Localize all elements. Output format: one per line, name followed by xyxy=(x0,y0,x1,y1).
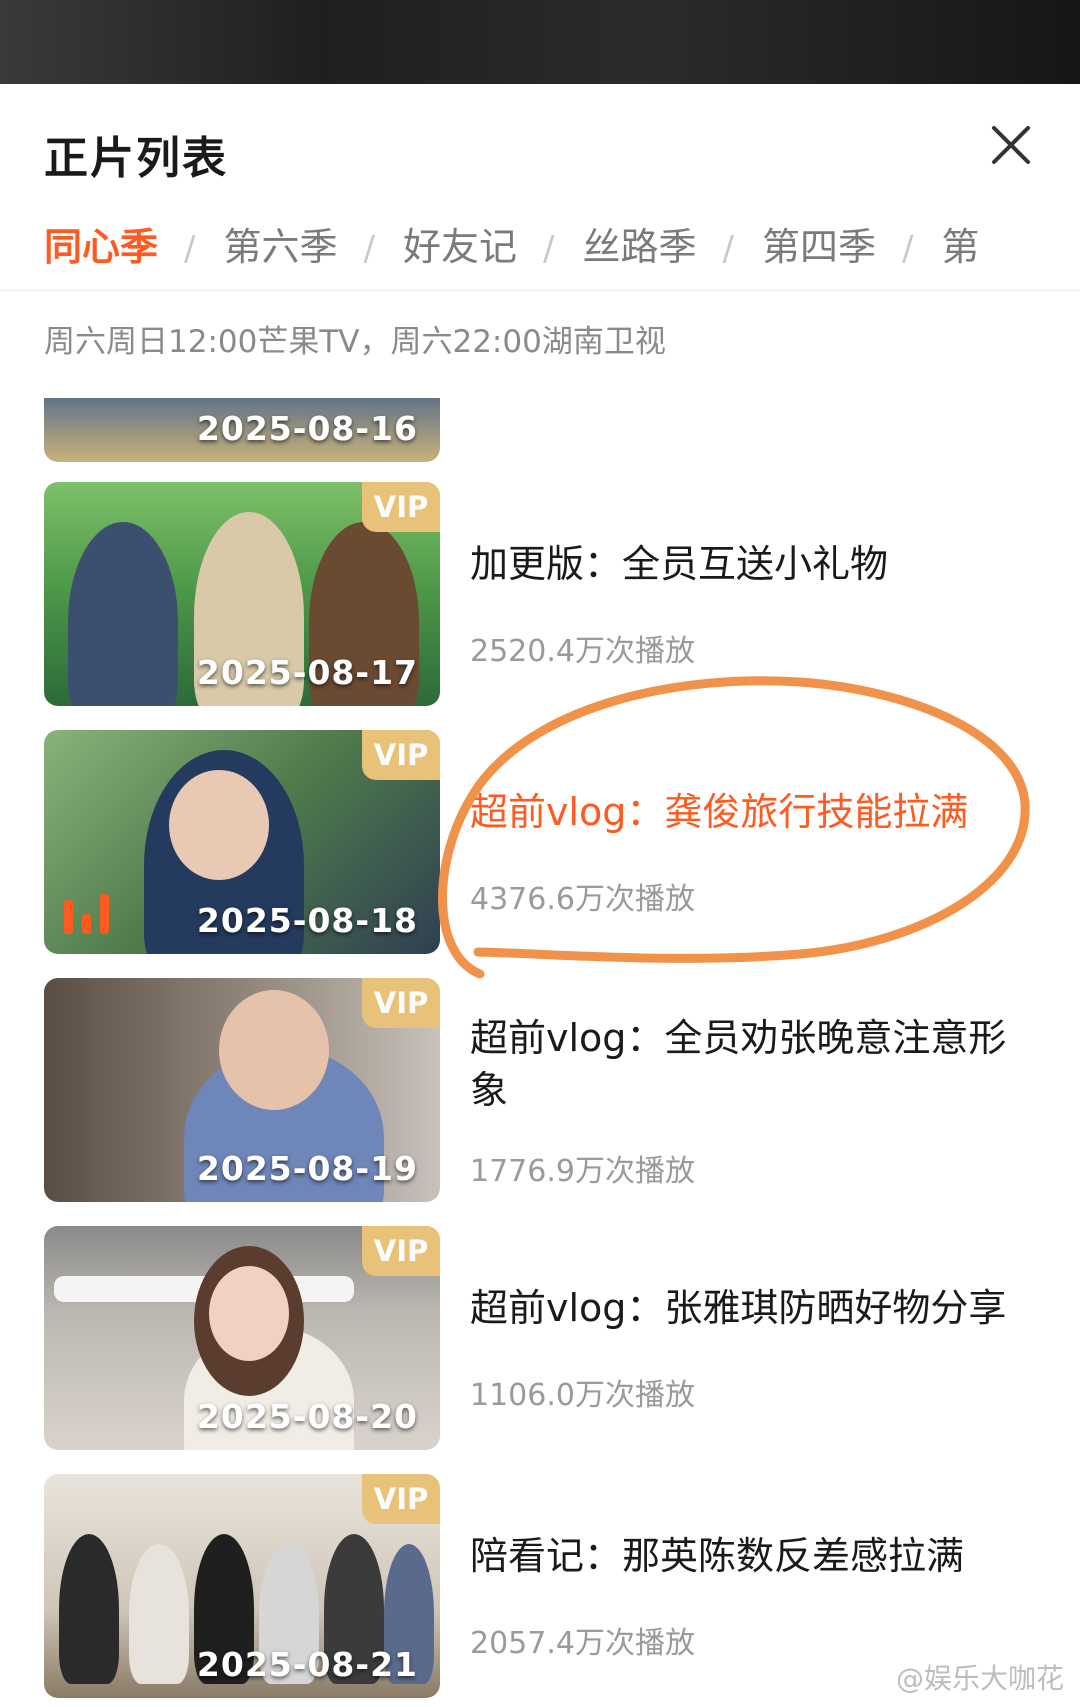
episode-thumbnail: 2025-08-16 xyxy=(44,398,440,462)
tab-tongxin[interactable]: 同心季 xyxy=(44,216,158,271)
episode-thumbnail: VIP 2025-08-17 xyxy=(44,482,440,706)
tab-separator: / xyxy=(542,229,555,269)
season-tabs: 同心季 / 第六季 / 好友记 / 丝路季 / 第四季 / 第 xyxy=(44,216,1080,276)
tabs-divider xyxy=(0,290,1080,291)
close-icon xyxy=(992,126,1030,164)
tab-separator: / xyxy=(184,229,196,269)
episode-title: 加更版：全员互送小礼物 xyxy=(470,542,889,586)
circle-annotation xyxy=(438,676,1030,979)
episode-list-panel: 正片列表 同心季 / 第六季 / 好友记 / 丝路季 / 第四季 / 第 周六周日12:00芒果TV… xyxy=(0,84,1080,1707)
tab-more[interactable]: 第 xyxy=(941,216,979,271)
episode-thumbnail: VIP 2025-08-20 xyxy=(44,1226,440,1450)
tab-separator: / xyxy=(722,229,734,269)
episode-views: 1106.0万次播放 xyxy=(470,1378,695,1413)
list-item[interactable]: VIP 2025-08-20 超前vlog：张雅琪防晒好物分享 1106.0万次… xyxy=(0,1226,1080,1450)
episode-title: 超前vlog：全员劝张晚意注意形象 xyxy=(470,1016,1007,1112)
vip-badge: VIP xyxy=(362,1226,440,1276)
episode-date: 2025-08-20 xyxy=(196,1397,418,1436)
close-button[interactable] xyxy=(988,122,1034,168)
playing-indicator-icon xyxy=(64,888,114,934)
episode-date: 2025-08-18 xyxy=(196,901,418,940)
episode-date: 2025-08-21 xyxy=(196,1645,418,1684)
episode-date: 2025-08-19 xyxy=(196,1149,418,1188)
episode-thumbnail: VIP 2025-08-18 xyxy=(44,730,440,954)
tab-friends[interactable]: 好友记 xyxy=(403,216,517,271)
list-item[interactable]: 2025-08-16 xyxy=(0,398,1080,462)
list-item[interactable]: VIP 2025-08-19 超前vlog：全员劝张晚意注意形象 1776.9万… xyxy=(0,978,1080,1202)
watermark: @娱乐大咖花 xyxy=(895,1662,1064,1695)
vip-badge: VIP xyxy=(362,1474,440,1524)
episode-title: 超前vlog：张雅琪防晒好物分享 xyxy=(470,1286,1007,1330)
tab-separator: / xyxy=(363,229,375,269)
tab-season-4[interactable]: 第四季 xyxy=(762,216,876,271)
tab-silk-road[interactable]: 丝路季 xyxy=(582,216,696,271)
episode-views: 2057.4万次播放 xyxy=(470,1626,695,1661)
page-title: 正片列表 xyxy=(44,133,228,184)
episode-thumbnail: VIP 2025-08-21 xyxy=(44,1474,440,1698)
broadcast-schedule: 周六周日12:00芒果TV，周六22:00湖南卫视 xyxy=(44,324,666,360)
tab-season-6[interactable]: 第六季 xyxy=(223,216,337,271)
panel-header: 正片列表 xyxy=(44,122,228,192)
episode-title: 陪看记：那英陈数反差感拉满 xyxy=(470,1534,965,1578)
episode-date: 2025-08-16 xyxy=(196,409,418,448)
episode-thumbnail: VIP 2025-08-19 xyxy=(44,978,440,1202)
vip-badge: VIP xyxy=(362,482,440,532)
episode-views: 1776.9万次播放 xyxy=(470,1154,695,1189)
episode-date: 2025-08-17 xyxy=(196,653,418,692)
tab-separator: / xyxy=(901,229,914,269)
video-background xyxy=(0,0,1080,84)
